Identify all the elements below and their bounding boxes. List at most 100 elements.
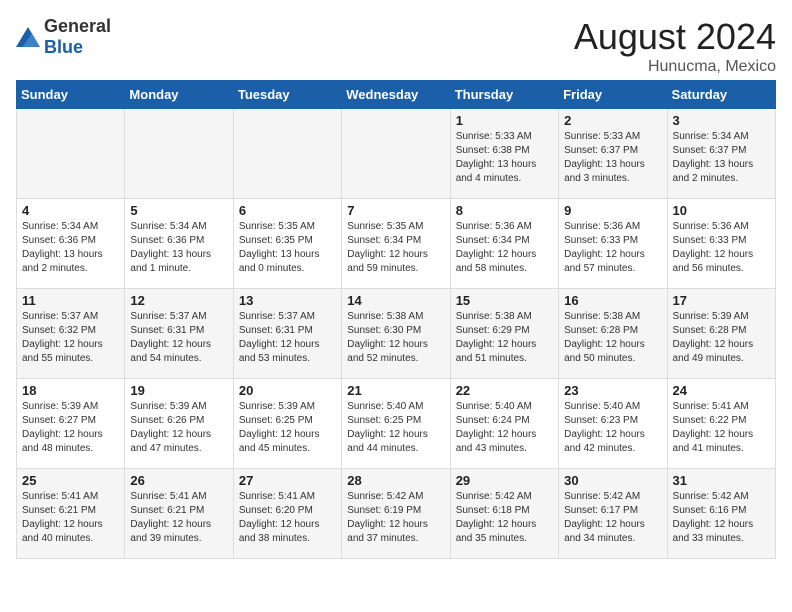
day-number: 16 xyxy=(564,293,661,308)
day-info: Sunrise: 5:40 AM Sunset: 6:24 PM Dayligh… xyxy=(456,400,553,456)
logo: General Blue xyxy=(16,16,111,58)
day-number: 2 xyxy=(564,113,661,128)
calendar-cell: 26 Sunrise: 5:41 AM Sunset: 6:21 PM Dayli… xyxy=(125,469,233,559)
calendar-cell xyxy=(342,109,450,199)
day-info: Sunrise: 5:42 AM Sunset: 6:18 PM Dayligh… xyxy=(456,490,553,546)
month-year: August 2024 xyxy=(574,16,776,58)
calendar-cell: 11 Sunrise: 5:37 AM Sunset: 6:32 PM Dayli… xyxy=(17,289,125,379)
day-info: Sunrise: 5:39 AM Sunset: 6:25 PM Dayligh… xyxy=(239,400,336,456)
calendar-cell: 7Sunrise: 5:35 AM Sunset: 6:34 PM Daylig… xyxy=(342,199,450,289)
day-number: 22 xyxy=(456,383,553,398)
calendar-cell: 21 Sunrise: 5:40 AM Sunset: 6:25 PM Dayli… xyxy=(342,379,450,469)
day-number: 31 xyxy=(673,473,770,488)
location: Hunucma, Mexico xyxy=(574,58,776,76)
calendar-cell: 16 Sunrise: 5:38 AM Sunset: 6:28 PM Dayli… xyxy=(559,289,667,379)
day-number: 18 xyxy=(22,383,119,398)
calendar-cell: 28 Sunrise: 5:42 AM Sunset: 6:19 PM Dayli… xyxy=(342,469,450,559)
day-header-wednesday: Wednesday xyxy=(342,81,450,109)
day-info: Sunrise: 5:39 AM Sunset: 6:26 PM Dayligh… xyxy=(130,400,227,456)
day-number: 21 xyxy=(347,383,444,398)
day-number: 20 xyxy=(239,383,336,398)
day-number: 30 xyxy=(564,473,661,488)
day-info: Sunrise: 5:41 AM Sunset: 6:22 PM Dayligh… xyxy=(673,400,770,456)
day-number: 27 xyxy=(239,473,336,488)
day-info: Sunrise: 5:38 AM Sunset: 6:30 PM Dayligh… xyxy=(347,310,444,366)
logo-icon xyxy=(16,27,40,47)
day-info: Sunrise: 5:40 AM Sunset: 6:25 PM Dayligh… xyxy=(347,400,444,456)
calendar-week-5: 25 Sunrise: 5:41 AM Sunset: 6:21 PM Dayli… xyxy=(17,469,776,559)
day-number: 6 xyxy=(239,203,336,218)
calendar-cell: 5 Sunrise: 5:34 AM Sunset: 6:36 PM Daylig… xyxy=(125,199,233,289)
day-number: 3 xyxy=(673,113,770,128)
day-number: 5 xyxy=(130,203,227,218)
day-info: Sunrise: 5:34 AM Sunset: 6:36 PM Dayligh… xyxy=(130,220,227,276)
day-number: 15 xyxy=(456,293,553,308)
calendar-week-1: 1 Sunrise: 5:33 AM Sunset: 6:38 PM Daylig… xyxy=(17,109,776,199)
day-info: Sunrise: 5:40 AM Sunset: 6:23 PM Dayligh… xyxy=(564,400,661,456)
day-info: Sunrise: 5:39 AM Sunset: 6:28 PM Dayligh… xyxy=(673,310,770,366)
day-info: Sunrise: 5:42 AM Sunset: 6:17 PM Dayligh… xyxy=(564,490,661,546)
day-info: Sunrise: 5:37 AM Sunset: 6:32 PM Dayligh… xyxy=(22,310,119,366)
day-info: Sunrise: 5:38 AM Sunset: 6:28 PM Dayligh… xyxy=(564,310,661,366)
day-info: Sunrise: 5:38 AM Sunset: 6:29 PM Dayligh… xyxy=(456,310,553,366)
day-number: 28 xyxy=(347,473,444,488)
calendar-cell: 23Sunrise: 5:40 AM Sunset: 6:23 PM Dayli… xyxy=(559,379,667,469)
calendar-cell: 30 Sunrise: 5:42 AM Sunset: 6:17 PM Dayli… xyxy=(559,469,667,559)
day-info: Sunrise: 5:33 AM Sunset: 6:38 PM Dayligh… xyxy=(456,130,553,186)
calendar-week-4: 18 Sunrise: 5:39 AM Sunset: 6:27 PM Dayli… xyxy=(17,379,776,469)
title-area: August 2024 Hunucma, Mexico xyxy=(574,16,776,76)
calendar-cell: 13Sunrise: 5:37 AM Sunset: 6:31 PM Dayli… xyxy=(233,289,341,379)
day-number: 29 xyxy=(456,473,553,488)
day-number: 12 xyxy=(130,293,227,308)
day-info: Sunrise: 5:42 AM Sunset: 6:16 PM Dayligh… xyxy=(673,490,770,546)
calendar-table: SundayMondayTuesdayWednesdayThursdayFrid… xyxy=(16,80,776,559)
calendar-cell: 6 Sunrise: 5:35 AM Sunset: 6:35 PM Daylig… xyxy=(233,199,341,289)
calendar-cell: 18 Sunrise: 5:39 AM Sunset: 6:27 PM Dayli… xyxy=(17,379,125,469)
day-number: 11 xyxy=(22,293,119,308)
calendar-cell xyxy=(17,109,125,199)
day-info: Sunrise: 5:35 AM Sunset: 6:34 PM Dayligh… xyxy=(347,220,444,276)
day-number: 9 xyxy=(564,203,661,218)
calendar-week-3: 11 Sunrise: 5:37 AM Sunset: 6:32 PM Dayli… xyxy=(17,289,776,379)
day-number: 26 xyxy=(130,473,227,488)
calendar-cell: 19Sunrise: 5:39 AM Sunset: 6:26 PM Dayli… xyxy=(125,379,233,469)
calendar-cell: 20 Sunrise: 5:39 AM Sunset: 6:25 PM Dayli… xyxy=(233,379,341,469)
calendar-cell: 27Sunrise: 5:41 AM Sunset: 6:20 PM Dayli… xyxy=(233,469,341,559)
day-number: 4 xyxy=(22,203,119,218)
calendar-cell: 9Sunrise: 5:36 AM Sunset: 6:33 PM Daylig… xyxy=(559,199,667,289)
day-number: 25 xyxy=(22,473,119,488)
day-header-row: SundayMondayTuesdayWednesdayThursdayFrid… xyxy=(17,81,776,109)
day-number: 17 xyxy=(673,293,770,308)
day-info: Sunrise: 5:41 AM Sunset: 6:21 PM Dayligh… xyxy=(130,490,227,546)
day-header-sunday: Sunday xyxy=(17,81,125,109)
day-header-monday: Monday xyxy=(125,81,233,109)
calendar-cell: 25 Sunrise: 5:41 AM Sunset: 6:21 PM Dayli… xyxy=(17,469,125,559)
calendar-cell: 1 Sunrise: 5:33 AM Sunset: 6:38 PM Daylig… xyxy=(450,109,558,199)
calendar-cell: 10Sunrise: 5:36 AM Sunset: 6:33 PM Dayli… xyxy=(667,199,775,289)
day-number: 14 xyxy=(347,293,444,308)
day-info: Sunrise: 5:41 AM Sunset: 6:21 PM Dayligh… xyxy=(22,490,119,546)
calendar-cell xyxy=(233,109,341,199)
day-info: Sunrise: 5:42 AM Sunset: 6:19 PM Dayligh… xyxy=(347,490,444,546)
calendar-cell: 8Sunrise: 5:36 AM Sunset: 6:34 PM Daylig… xyxy=(450,199,558,289)
day-number: 13 xyxy=(239,293,336,308)
day-info: Sunrise: 5:34 AM Sunset: 6:36 PM Dayligh… xyxy=(22,220,119,276)
day-number: 1 xyxy=(456,113,553,128)
header: General Blue August 2024 Hunucma, Mexico xyxy=(16,16,776,76)
day-header-friday: Friday xyxy=(559,81,667,109)
calendar-cell: 12 Sunrise: 5:37 AM Sunset: 6:31 PM Dayli… xyxy=(125,289,233,379)
day-info: Sunrise: 5:39 AM Sunset: 6:27 PM Dayligh… xyxy=(22,400,119,456)
day-info: Sunrise: 5:36 AM Sunset: 6:33 PM Dayligh… xyxy=(673,220,770,276)
calendar-cell: 22 Sunrise: 5:40 AM Sunset: 6:24 PM Dayli… xyxy=(450,379,558,469)
logo-text: General Blue xyxy=(44,16,111,58)
day-info: Sunrise: 5:37 AM Sunset: 6:31 PM Dayligh… xyxy=(130,310,227,366)
day-info: Sunrise: 5:35 AM Sunset: 6:35 PM Dayligh… xyxy=(239,220,336,276)
calendar-week-2: 4 Sunrise: 5:34 AM Sunset: 6:36 PM Daylig… xyxy=(17,199,776,289)
day-info: Sunrise: 5:34 AM Sunset: 6:37 PM Dayligh… xyxy=(673,130,770,186)
day-number: 8 xyxy=(456,203,553,218)
calendar-cell xyxy=(125,109,233,199)
day-header-thursday: Thursday xyxy=(450,81,558,109)
day-header-saturday: Saturday xyxy=(667,81,775,109)
calendar-cell: 2Sunrise: 5:33 AM Sunset: 6:37 PM Daylig… xyxy=(559,109,667,199)
calendar-cell: 31 Sunrise: 5:42 AM Sunset: 6:16 PM Dayli… xyxy=(667,469,775,559)
